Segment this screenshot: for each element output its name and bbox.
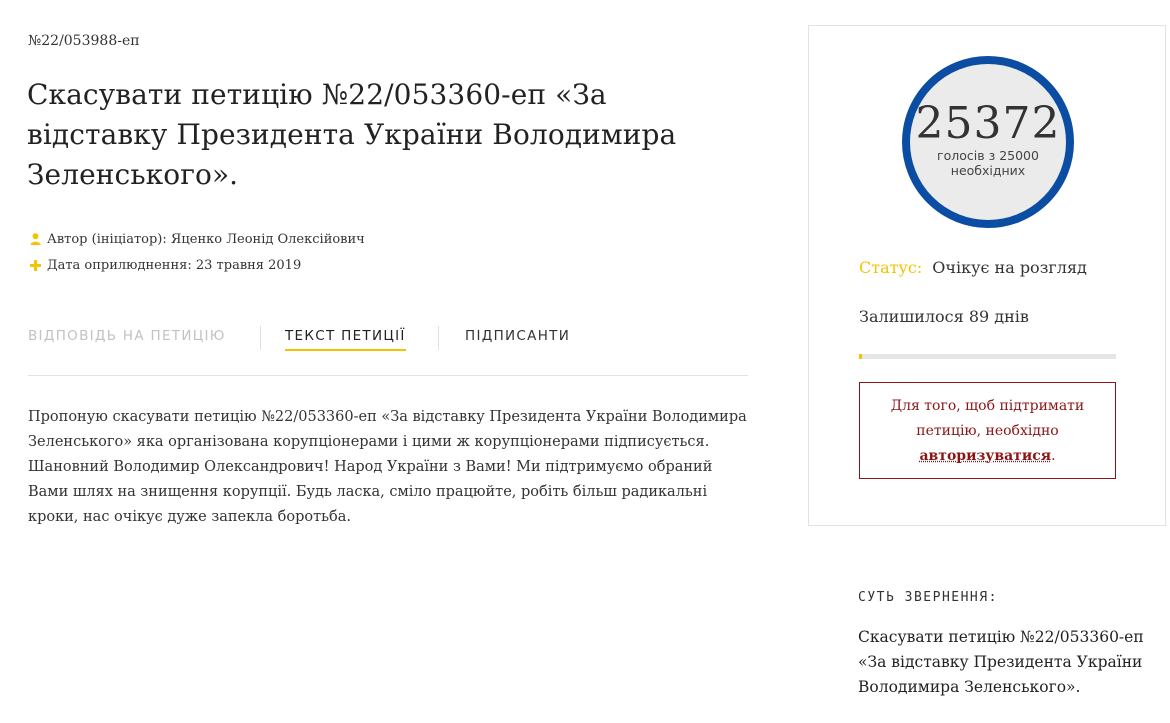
author-label: Автор (ініціатор): — [47, 231, 167, 247]
auth-notice-end: . — [1051, 448, 1056, 464]
tab-divider — [260, 326, 261, 350]
votes-count: 25372 — [915, 98, 1061, 149]
petition-number: №22/053988-еп — [28, 33, 140, 49]
petition-body-text: Пропоную скасувати петицію №22/053360-еп… — [28, 409, 747, 525]
status-label: Статус: — [859, 258, 923, 277]
status-value: Очікує на розгляд — [932, 258, 1087, 277]
petition-tabs: Відповідь на петицію Текст петиції Підпи… — [28, 326, 748, 376]
author-name: Яценко Леонід Олексійович — [170, 231, 365, 247]
tab-answer[interactable]: Відповідь на петицію — [28, 328, 226, 344]
page-title: Скасувати петицію №22/053360-еп «За відс… — [27, 78, 677, 191]
tab-divider — [438, 326, 439, 350]
tab-petition-text[interactable]: Текст петиції — [285, 328, 406, 351]
summary-text: Скасувати петицію №22/053360-еп «За відс… — [858, 628, 1144, 696]
progress-bar-fill — [859, 354, 862, 359]
user-icon — [27, 231, 43, 247]
votes-counter: 25372 голосів з 25000 необхідних — [902, 56, 1074, 228]
date-label: Дата оприлюднення: — [47, 257, 192, 273]
auth-notice-text: Для того, щоб підтримати петицію, необхі… — [890, 398, 1085, 439]
plus-icon — [27, 257, 43, 273]
date-meta: Дата оприлюднення: 23 травня 2019 — [27, 257, 301, 273]
summary-heading: Суть звернення: — [858, 590, 998, 605]
tab-signers[interactable]: Підписанти — [465, 328, 570, 344]
progress-bar — [859, 354, 1116, 359]
author-meta: Автор (ініціатор): Яценко Леонід Олексій… — [27, 231, 365, 247]
date-value: 23 травня 2019 — [195, 257, 302, 273]
days-left: Залишилося 89 днів — [859, 307, 1029, 326]
status-line: Статус: Очікує на розгляд — [859, 258, 1087, 277]
login-link[interactable]: авторизуватися — [919, 448, 1051, 464]
petition-sidebar: 25372 голосів з 25000 необхідних Статус:… — [808, 25, 1166, 526]
auth-notice: Для того, щоб підтримати петицію, необхі… — [859, 382, 1116, 479]
votes-caption: голосів з 25000 необхідних — [937, 148, 1039, 178]
